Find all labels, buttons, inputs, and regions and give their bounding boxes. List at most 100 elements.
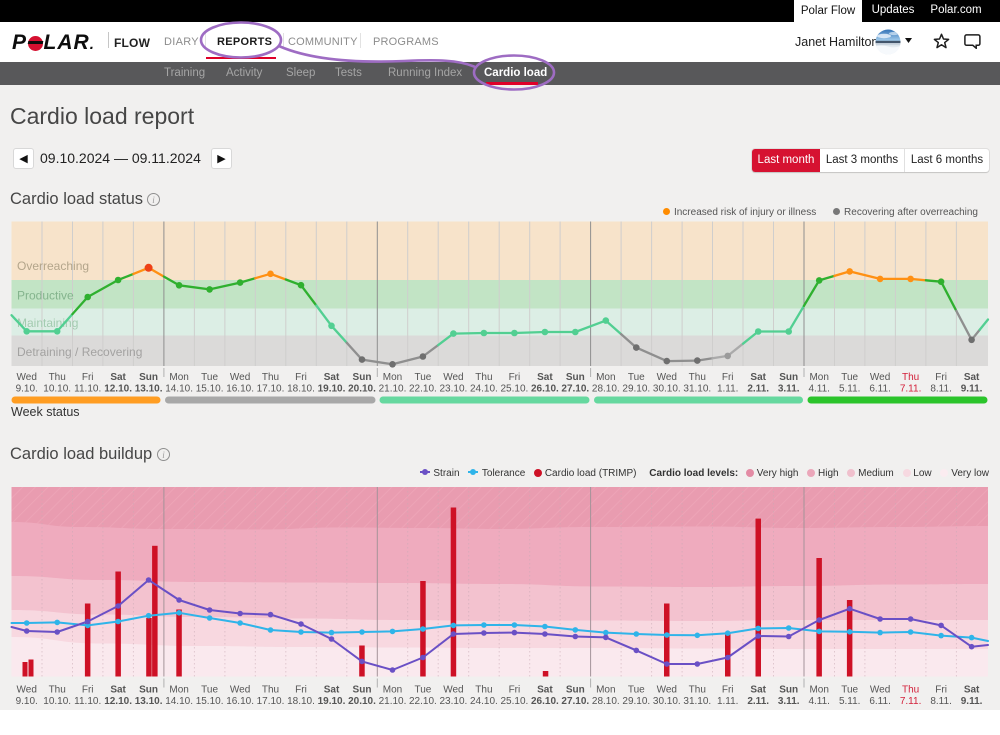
svg-text:4.11.: 4.11. bbox=[808, 696, 830, 707]
svg-text:24.10.: 24.10. bbox=[470, 696, 498, 707]
svg-text:26.10.: 26.10. bbox=[531, 384, 559, 395]
svg-text:Mon: Mon bbox=[809, 685, 828, 696]
svg-text:23.10.: 23.10. bbox=[439, 384, 467, 395]
svg-text:6.11.: 6.11. bbox=[869, 696, 891, 707]
svg-text:Mon: Mon bbox=[169, 685, 188, 696]
svg-text:Thu: Thu bbox=[49, 685, 66, 696]
svg-text:9.11.: 9.11. bbox=[961, 384, 983, 395]
svg-text:Fri: Fri bbox=[82, 372, 94, 383]
svg-text:26.10.: 26.10. bbox=[531, 696, 559, 707]
svg-text:Fri: Fri bbox=[295, 372, 307, 383]
svg-text:28.10.: 28.10. bbox=[592, 384, 620, 395]
svg-text:3.11.: 3.11. bbox=[778, 384, 800, 395]
svg-text:Productive: Productive bbox=[17, 289, 74, 303]
svg-text:Wed: Wed bbox=[870, 372, 890, 383]
svg-text:Wed: Wed bbox=[443, 685, 463, 696]
svg-text:Thu: Thu bbox=[689, 685, 706, 696]
svg-text:2.11.: 2.11. bbox=[747, 384, 769, 395]
svg-text:15.10.: 15.10. bbox=[196, 696, 224, 707]
svg-text:Mon: Mon bbox=[383, 685, 402, 696]
svg-text:Thu: Thu bbox=[902, 372, 919, 383]
svg-text:12.10.: 12.10. bbox=[104, 384, 132, 395]
svg-text:12.10.: 12.10. bbox=[104, 696, 132, 707]
svg-text:11.10.: 11.10. bbox=[74, 696, 101, 707]
svg-text:Wed: Wed bbox=[230, 685, 250, 696]
svg-text:Thu: Thu bbox=[475, 685, 492, 696]
svg-text:19.10.: 19.10. bbox=[318, 384, 346, 395]
svg-text:Wed: Wed bbox=[657, 372, 677, 383]
svg-text:Thu: Thu bbox=[262, 685, 279, 696]
svg-text:Mon: Mon bbox=[596, 372, 615, 383]
svg-text:17.10.: 17.10. bbox=[257, 696, 285, 707]
svg-text:Thu: Thu bbox=[475, 372, 492, 383]
svg-text:Wed: Wed bbox=[443, 372, 463, 383]
svg-text:Tue: Tue bbox=[628, 372, 645, 383]
svg-text:Sat: Sat bbox=[750, 372, 766, 383]
svg-text:15.10.: 15.10. bbox=[196, 384, 224, 395]
svg-text:14.10.: 14.10. bbox=[165, 696, 193, 707]
svg-text:10.10.: 10.10. bbox=[43, 696, 71, 707]
svg-text:Tue: Tue bbox=[201, 372, 218, 383]
svg-text:27.10.: 27.10. bbox=[561, 696, 589, 707]
svg-text:Sat: Sat bbox=[537, 372, 553, 383]
svg-text:Sun: Sun bbox=[566, 372, 585, 383]
svg-text:7.11.: 7.11. bbox=[900, 696, 922, 707]
svg-text:29.10.: 29.10. bbox=[622, 384, 650, 395]
svg-text:8.11.: 8.11. bbox=[930, 696, 952, 707]
svg-text:Sun: Sun bbox=[779, 685, 798, 696]
svg-text:14.10.: 14.10. bbox=[165, 384, 193, 395]
svg-text:Wed: Wed bbox=[657, 685, 677, 696]
svg-text:Sun: Sun bbox=[139, 685, 158, 696]
svg-text:Thu: Thu bbox=[902, 685, 919, 696]
svg-text:Mon: Mon bbox=[596, 685, 615, 696]
svg-text:Fri: Fri bbox=[722, 372, 734, 383]
svg-text:Sun: Sun bbox=[353, 685, 372, 696]
svg-text:Fri: Fri bbox=[722, 685, 734, 696]
svg-text:21.10.: 21.10. bbox=[379, 384, 407, 395]
svg-text:Sat: Sat bbox=[537, 685, 553, 696]
svg-text:Fri: Fri bbox=[509, 685, 521, 696]
svg-text:19.10.: 19.10. bbox=[318, 696, 346, 707]
svg-text:Wed: Wed bbox=[17, 372, 37, 383]
svg-text:18.10.: 18.10. bbox=[287, 384, 315, 395]
svg-text:Mon: Mon bbox=[809, 372, 828, 383]
svg-text:23.10.: 23.10. bbox=[439, 696, 467, 707]
svg-text:5.11.: 5.11. bbox=[839, 384, 861, 395]
svg-text:Wed: Wed bbox=[230, 372, 250, 383]
svg-text:Sat: Sat bbox=[110, 685, 126, 696]
svg-text:Fri: Fri bbox=[295, 685, 307, 696]
svg-text:Thu: Thu bbox=[689, 372, 706, 383]
svg-text:27.10.: 27.10. bbox=[561, 384, 589, 395]
svg-text:13.10.: 13.10. bbox=[135, 696, 163, 707]
svg-text:17.10.: 17.10. bbox=[257, 384, 285, 395]
svg-text:Sat: Sat bbox=[110, 372, 126, 383]
svg-text:31.10.: 31.10. bbox=[683, 696, 711, 707]
svg-text:16.10.: 16.10. bbox=[226, 696, 254, 707]
svg-text:Sun: Sun bbox=[566, 685, 585, 696]
svg-text:6.11.: 6.11. bbox=[869, 384, 891, 395]
svg-text:28.10.: 28.10. bbox=[592, 696, 620, 707]
svg-text:Detraining / Recovering: Detraining / Recovering bbox=[17, 345, 142, 359]
svg-text:Wed: Wed bbox=[870, 685, 890, 696]
svg-text:Mon: Mon bbox=[383, 372, 402, 383]
svg-text:1.11.: 1.11. bbox=[717, 696, 739, 707]
svg-text:29.10.: 29.10. bbox=[622, 696, 650, 707]
svg-text:3.11.: 3.11. bbox=[778, 696, 800, 707]
svg-text:9.10.: 9.10. bbox=[16, 696, 38, 707]
svg-text:Fri: Fri bbox=[935, 372, 947, 383]
svg-text:24.10.: 24.10. bbox=[470, 384, 498, 395]
svg-text:20.10.: 20.10. bbox=[348, 696, 376, 707]
svg-text:Sat: Sat bbox=[750, 685, 766, 696]
svg-text:Sun: Sun bbox=[139, 372, 158, 383]
svg-text:10.10.: 10.10. bbox=[43, 384, 71, 395]
svg-text:13.10.: 13.10. bbox=[135, 384, 163, 395]
svg-text:25.10.: 25.10. bbox=[500, 696, 528, 707]
svg-text:30.10.: 30.10. bbox=[653, 696, 681, 707]
svg-text:Tue: Tue bbox=[201, 685, 218, 696]
svg-text:18.10.: 18.10. bbox=[287, 696, 315, 707]
svg-text:5.11.: 5.11. bbox=[839, 696, 861, 707]
svg-text:Sat: Sat bbox=[964, 372, 980, 383]
svg-text:16.10.: 16.10. bbox=[226, 384, 254, 395]
svg-text:Sat: Sat bbox=[324, 372, 340, 383]
svg-text:Sun: Sun bbox=[779, 372, 798, 383]
